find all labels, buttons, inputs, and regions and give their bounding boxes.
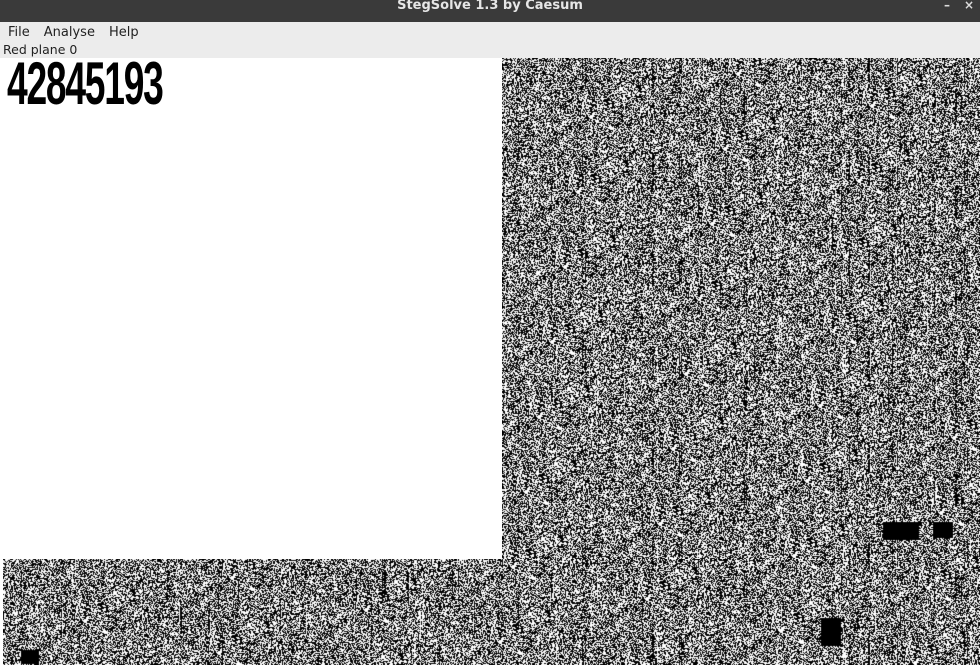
hidden-number-text: 42845193 <box>7 58 164 117</box>
window-title: StegSolve 1.3 by Caesum <box>397 0 583 13</box>
menu-bar: File Analyse Help <box>0 22 980 44</box>
plane-label: Red plane 0 <box>0 43 980 58</box>
title-bar[interactable]: StegSolve 1.3 by Caesum – × <box>0 0 980 22</box>
minimize-icon[interactable]: – <box>936 0 958 22</box>
stegsolve-window: StegSolve 1.3 by Caesum – × File Analyse… <box>0 0 980 665</box>
menu-file[interactable]: File <box>0 23 37 43</box>
image-viewport[interactable]: 42845193 <box>0 58 980 665</box>
white-region: 42845193 <box>3 58 502 559</box>
menu-analyse[interactable]: Analyse <box>37 23 102 43</box>
window-controls: – × <box>936 0 980 22</box>
menu-help[interactable]: Help <box>102 23 146 43</box>
close-icon[interactable]: × <box>958 0 980 22</box>
